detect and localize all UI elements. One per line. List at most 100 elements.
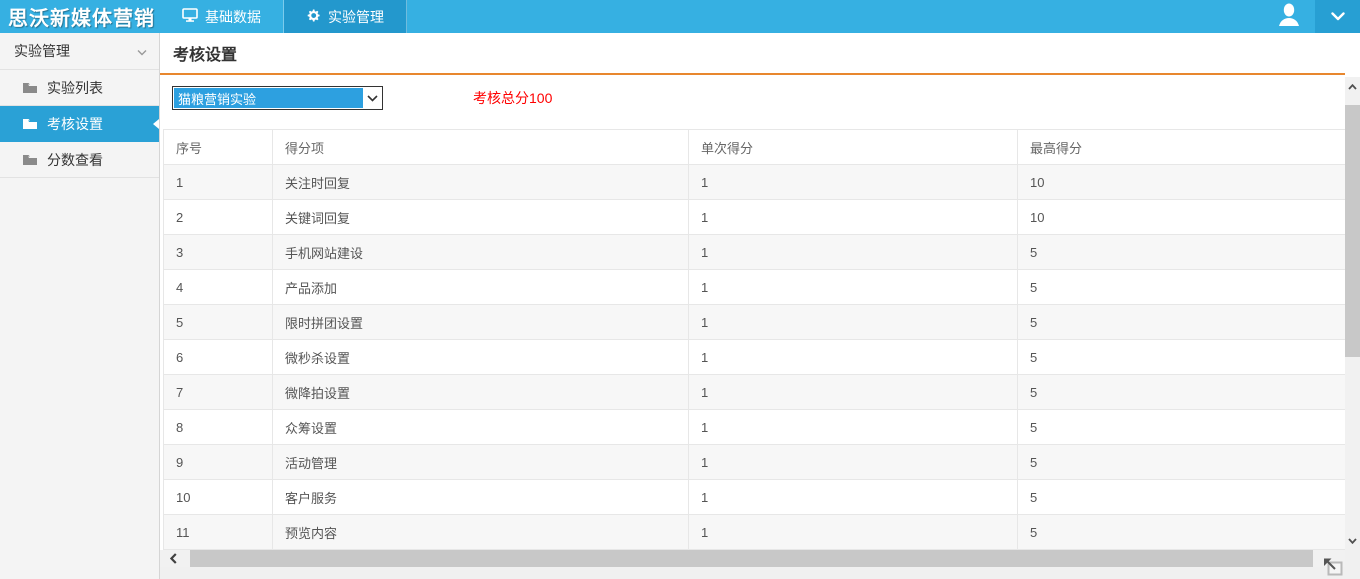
cell-single-score: 1: [688, 479, 1018, 515]
cell-index: 3: [163, 234, 273, 270]
score-table: 序号 得分项 单次得分 最高得分 1 关注时回复 1 10 2 关键词回复 1 …: [163, 129, 1346, 550]
cell-item: 微降拍设置: [272, 374, 689, 410]
cell-max-score: 5: [1017, 444, 1346, 480]
topbar-dropdown-button[interactable]: [1315, 0, 1360, 33]
cell-single-score: 1: [688, 304, 1018, 340]
cell-max-score: 5: [1017, 339, 1346, 375]
cell-index: 10: [163, 479, 273, 515]
cell-item: 预览内容: [272, 514, 689, 550]
cell-item: 客户服务: [272, 479, 689, 515]
cell-index: 7: [163, 374, 273, 410]
col-header-max-score: 最高得分: [1017, 129, 1346, 165]
col-header-index: 序号: [163, 129, 273, 165]
cell-max-score: 5: [1017, 479, 1346, 515]
topbar-right: [1263, 0, 1360, 33]
sidebar-item-label: 实验列表: [47, 79, 103, 96]
col-header-item: 得分项: [272, 129, 689, 165]
table-row: 11 预览内容 1 5: [163, 514, 1346, 550]
folder-icon: [22, 154, 38, 166]
sidebar-item-label: 分数查看: [47, 151, 103, 168]
folder-icon: [22, 118, 38, 130]
tab-basic-data[interactable]: 基础数据: [160, 0, 284, 33]
table-row: 5 限时拼团设置 1 5: [163, 304, 1346, 340]
table-row: 6 微秒杀设置 1 5: [163, 339, 1346, 375]
cell-item: 关注时回复: [272, 164, 689, 200]
horizontal-scrollbar-thumb[interactable]: [190, 550, 1313, 567]
app-logo: 思沃新媒体营销: [8, 8, 155, 30]
toolbar: 猫粮营销实验 考核总分100: [172, 86, 1360, 110]
cell-max-score: 5: [1017, 409, 1346, 445]
table-row: 1 关注时回复 1 10: [163, 164, 1346, 200]
cell-single-score: 1: [688, 234, 1018, 270]
cell-max-score: 5: [1017, 234, 1346, 270]
table-row: 4 产品添加 1 5: [163, 269, 1346, 305]
table-row: 3 手机网站建设 1 5: [163, 234, 1346, 270]
table-row: 10 客户服务 1 5: [163, 479, 1346, 515]
experiment-select[interactable]: 猫粮营销实验: [172, 86, 383, 110]
main-content: 考核设置 猫粮营销实验 考核总分100 序号 得分项 单次得分 最高得分 1 关…: [160, 33, 1360, 579]
cell-index: 6: [163, 339, 273, 375]
vertical-scrollbar-thumb[interactable]: [1345, 105, 1360, 357]
vertical-scrollbar[interactable]: [1345, 77, 1360, 550]
cell-item: 手机网站建设: [272, 234, 689, 270]
cell-index: 4: [163, 269, 273, 305]
cell-index: 9: [163, 444, 273, 480]
cell-index: 8: [163, 409, 273, 445]
cell-max-score: 5: [1017, 374, 1346, 410]
user-icon: [1278, 2, 1300, 31]
cell-index: 1: [163, 164, 273, 200]
cell-max-score: 5: [1017, 304, 1346, 340]
cell-single-score: 1: [688, 374, 1018, 410]
tab-label: 基础数据: [205, 8, 261, 25]
chevron-down-icon: [363, 87, 382, 109]
score-table-wrap: 序号 得分项 单次得分 最高得分 1 关注时回复 1 10 2 关键词回复 1 …: [163, 129, 1346, 550]
experiment-select-value: 猫粮营销实验: [174, 88, 363, 108]
cell-single-score: 1: [688, 269, 1018, 305]
sidebar-item-assessment-settings[interactable]: 考核设置: [0, 106, 159, 142]
cell-single-score: 1: [688, 409, 1018, 445]
cell-single-score: 1: [688, 514, 1018, 550]
horizontal-scrollbar[interactable]: [160, 550, 1345, 567]
scroll-up-arrow-icon[interactable]: [1345, 79, 1360, 94]
table-row: 8 众筹设置 1 5: [163, 409, 1346, 445]
cell-max-score: 5: [1017, 269, 1346, 305]
table-row: 9 活动管理 1 5: [163, 444, 1346, 480]
app-window: 思沃新媒体营销 基础数据 实验管理 实验管理 实验列表 考核设置 分数查看 考核…: [0, 0, 1360, 579]
cell-index: 5: [163, 304, 273, 340]
scroll-left-arrow-icon[interactable]: [164, 550, 182, 567]
col-header-single-score: 单次得分: [688, 129, 1018, 165]
sidebar-group-experiment-management[interactable]: 实验管理: [0, 33, 159, 70]
cell-item: 活动管理: [272, 444, 689, 480]
cell-single-score: 1: [688, 199, 1018, 235]
page-header: 考核设置: [160, 33, 1345, 75]
table-header-row: 序号 得分项 单次得分 最高得分: [163, 129, 1346, 165]
cell-index: 11: [163, 514, 273, 550]
cell-max-score: 5: [1017, 514, 1346, 550]
tab-label: 实验管理: [328, 8, 384, 25]
chevron-down-icon: [137, 43, 147, 59]
cell-single-score: 1: [688, 164, 1018, 200]
gear-icon: [306, 8, 321, 26]
sidebar-item-score-view[interactable]: 分数查看: [0, 142, 159, 178]
bottom-strip: [160, 567, 1345, 579]
scroll-down-arrow-icon[interactable]: [1345, 533, 1360, 548]
sidebar-item-experiment-list[interactable]: 实验列表: [0, 70, 159, 106]
page-title: 考核设置: [173, 47, 238, 64]
monitor-icon: [182, 8, 198, 25]
cell-item: 微秒杀设置: [272, 339, 689, 375]
user-menu-button[interactable]: [1263, 0, 1315, 33]
cell-item: 关键词回复: [272, 199, 689, 235]
table-row: 7 微降拍设置 1 5: [163, 374, 1346, 410]
cell-index: 2: [163, 199, 273, 235]
cell-max-score: 10: [1017, 164, 1346, 200]
folder-icon: [22, 82, 38, 94]
resize-grip-icon[interactable]: [1322, 557, 1345, 578]
tab-experiment-management[interactable]: 实验管理: [284, 0, 407, 33]
sidebar-group-title: 实验管理: [14, 43, 70, 59]
cell-single-score: 1: [688, 444, 1018, 480]
sidebar-item-label: 考核设置: [47, 115, 103, 132]
total-score-label: 考核总分100: [473, 90, 553, 106]
topbar: 思沃新媒体营销 基础数据 实验管理: [0, 0, 1360, 33]
cell-item: 产品添加: [272, 269, 689, 305]
table-body: 1 关注时回复 1 10 2 关键词回复 1 10 3 手机网站建设 1 5 4…: [163, 164, 1346, 550]
